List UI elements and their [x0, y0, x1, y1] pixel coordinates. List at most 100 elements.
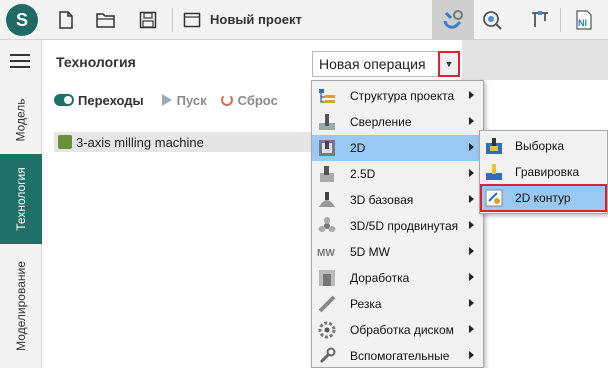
- cutting-icon: [317, 294, 337, 314]
- folder-icon: [96, 13, 115, 28]
- disk-machining-icon: [317, 320, 337, 340]
- menu-item-label: Сверление: [350, 115, 412, 129]
- menu-item-label: 2.5D: [350, 167, 376, 181]
- menu-item-auxiliary[interactable]: Вспомогательные: [312, 343, 483, 368]
- reset-icon[interactable]: [220, 94, 233, 106]
- tab-model-label: Модель: [14, 98, 29, 142]
- menu-item-label: 3D/5D продвинутая: [350, 219, 459, 233]
- play-icon[interactable]: [161, 94, 172, 106]
- new-operation-dropdown-arrow[interactable]: ▼: [438, 51, 460, 77]
- submenu-item-2d-contour[interactable]: 2D контур: [480, 184, 607, 212]
- magnet-tool-button[interactable]: [432, 0, 474, 40]
- tab-technology[interactable]: Технология: [0, 154, 42, 244]
- toolbar-divider-2: [560, 8, 561, 32]
- menu-item-label: 3D базовая: [350, 193, 414, 207]
- submenu-item-engraving[interactable]: Гравировка: [481, 159, 606, 185]
- menu-item-label: Структура проекта: [350, 89, 455, 103]
- menu-item-label: 2D: [350, 141, 366, 155]
- 2-5d-icon: [317, 164, 337, 184]
- svg-text:NI: NI: [578, 18, 587, 28]
- svg-text:MW: MW: [317, 248, 335, 259]
- 3d-5d-advanced-icon: [317, 216, 337, 236]
- submenu-arrow-icon: [469, 221, 474, 229]
- submenu-arrow-icon: [469, 169, 474, 177]
- left-tab-rail: Модель Технология Моделирование: [0, 40, 42, 368]
- app-logo-letter: S: [15, 9, 28, 30]
- menu-item-disk-machining[interactable]: Обработка диском: [312, 317, 483, 343]
- menu-item-2d[interactable]: 2D: [312, 135, 483, 161]
- panel-title: Технология: [56, 54, 136, 70]
- nc-button[interactable]: NI: [572, 8, 596, 32]
- 2d-contour-icon: [485, 189, 503, 207]
- rework-icon: [317, 268, 337, 288]
- 5d-mw-icon: MW: [317, 242, 337, 262]
- tab-simulation-label: Моделирование: [14, 261, 29, 351]
- reset-button[interactable]: Сброс: [238, 93, 278, 108]
- submenu-item-label: Выборка: [515, 139, 565, 153]
- project-structure-icon: [317, 86, 337, 106]
- hamburger-menu-icon[interactable]: [10, 54, 30, 72]
- submenu-arrow-icon: [469, 325, 474, 333]
- submenu-arrow-icon: [469, 117, 474, 125]
- submenu-arrow-icon: [469, 273, 474, 281]
- tab-technology-label: Технология: [14, 167, 28, 231]
- menu-item-2-5d[interactable]: 2.5D: [312, 161, 483, 187]
- submenu-arrow-icon: [469, 195, 474, 203]
- menu-item-label: Обработка диском: [350, 323, 454, 337]
- menu-item-label: Доработка: [350, 271, 410, 285]
- start-button[interactable]: Пуск: [177, 93, 207, 108]
- submenu-arrow-icon: [469, 91, 474, 99]
- tree-item-label: 3-axis milling machine: [76, 134, 204, 150]
- 2d-icon: [317, 138, 337, 158]
- drilling-icon: [317, 112, 337, 132]
- new-file-button[interactable]: [54, 8, 78, 32]
- menu-item-rework[interactable]: Доработка: [312, 265, 483, 291]
- inspect-icon: [483, 11, 502, 30]
- inspect-button[interactable]: [480, 8, 504, 32]
- menu-item-5d-mw[interactable]: MW 5D MW: [312, 239, 483, 265]
- toolbar-divider: [172, 8, 173, 32]
- chevron-down-icon: ▼: [444, 59, 454, 69]
- save-button[interactable]: [136, 8, 160, 32]
- measure-button[interactable]: [528, 8, 552, 32]
- app-logo[interactable]: S: [6, 4, 38, 36]
- save-icon: [139, 11, 157, 29]
- menu-item-label: Вспомогательные: [350, 349, 450, 363]
- nc-program-icon: NI: [576, 10, 592, 30]
- engraving-icon: [485, 163, 503, 181]
- submenu-arrow-icon: [469, 299, 474, 307]
- submenu-item-label: Гравировка: [515, 165, 580, 179]
- submenu-arrow-icon: [469, 351, 474, 359]
- 2d-submenu: Выборка Гравировка 2D контур: [479, 130, 608, 214]
- menu-item-cutting[interactable]: Резка: [312, 291, 483, 317]
- menu-item-label: Резка: [350, 297, 382, 311]
- milling-machine-icon: [58, 135, 72, 149]
- submenu-arrow-icon: [469, 247, 474, 255]
- tab-model[interactable]: Модель: [0, 86, 42, 154]
- top-toolbar: S Новый проект NI: [0, 0, 608, 40]
- open-folder-button[interactable]: [94, 8, 118, 32]
- magnet-icon: [443, 10, 463, 29]
- new-operation-menu: Структура проекта Сверление 2D 2.5D 3D б…: [311, 80, 484, 368]
- operation-controls: Переходы Пуск Сброс: [54, 90, 292, 110]
- submenu-item-label: 2D контур: [515, 191, 571, 205]
- menu-item-3d-5d-advanced[interactable]: 3D/5D продвинутая: [312, 213, 483, 239]
- pocketing-icon: [485, 137, 503, 155]
- caliper-icon: [532, 11, 548, 27]
- new-operation-label: Новая операция: [319, 56, 426, 72]
- project-window-icon: [180, 8, 204, 32]
- transitions-label[interactable]: Переходы: [78, 93, 144, 108]
- panel-header-strip: [462, 40, 608, 80]
- menu-item-3d-basic[interactable]: 3D базовая: [312, 187, 483, 213]
- transitions-toggle[interactable]: [54, 94, 74, 106]
- 3d-basic-icon: [317, 190, 337, 210]
- menu-item-drilling[interactable]: Сверление: [312, 109, 483, 135]
- submenu-arrow-icon: [469, 143, 474, 151]
- wrench-icon: [317, 346, 337, 366]
- submenu-item-pocketing[interactable]: Выборка: [481, 133, 606, 159]
- project-title: Новый проект: [210, 12, 302, 27]
- new-file-icon: [59, 11, 73, 29]
- menu-item-label: 5D MW: [350, 245, 390, 259]
- menu-item-project-structure[interactable]: Структура проекта: [312, 83, 483, 109]
- tab-simulation[interactable]: Моделирование: [0, 244, 42, 368]
